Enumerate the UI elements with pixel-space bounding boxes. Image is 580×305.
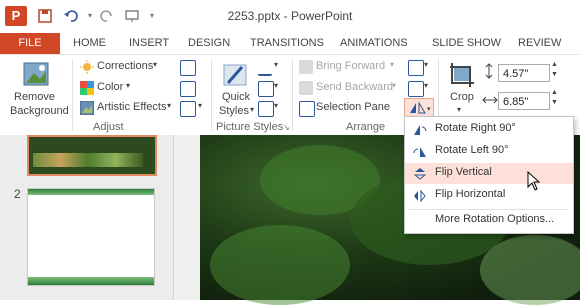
group-dropdown-icon[interactable]: ▾	[424, 81, 428, 90]
menu-item-rotate-left[interactable]: Rotate Left 90°	[405, 141, 573, 162]
picture-styles-group-label: Picture Styles	[216, 121, 284, 133]
adjust-group-label: Adjust	[93, 121, 124, 133]
group-icon[interactable]	[408, 81, 424, 97]
artistic-effects-button[interactable]: Artistic Effects	[97, 101, 166, 113]
send-backward-dropdown-icon: ▾	[392, 81, 397, 90]
picture-styles-launcher-icon[interactable]: ↘	[283, 123, 290, 132]
tab-insert[interactable]: INSERT	[129, 33, 169, 54]
selection-pane-icon[interactable]	[299, 101, 315, 117]
shape-height-icon	[482, 63, 496, 79]
crop-button[interactable]: Crop	[450, 91, 474, 103]
menu-item-flip-vertical[interactable]: Flip Vertical	[405, 163, 573, 184]
slide-number: 2	[14, 187, 21, 201]
tab-design[interactable]: DESIGN	[188, 33, 230, 54]
bring-forward-dropdown-icon: ▾	[390, 60, 395, 69]
align-icon[interactable]	[408, 60, 424, 76]
reset-picture-icon[interactable]	[180, 101, 196, 117]
remove-background-label-2[interactable]: Background	[10, 105, 69, 117]
tab-transitions[interactable]: TRANSITIONS	[250, 33, 324, 54]
svg-text:▾: ▾	[427, 105, 431, 113]
change-picture-icon[interactable]	[180, 81, 196, 97]
corrections-button[interactable]: Corrections	[97, 60, 153, 72]
picture-effects-dropdown-icon[interactable]: ▾	[274, 81, 278, 90]
width-input[interactable]: 6.85"	[498, 92, 550, 110]
ribbon-separator	[292, 59, 293, 131]
bring-forward-button: Bring Forward	[316, 60, 386, 72]
menu-item-rotate-right[interactable]: Rotate Right 90°	[405, 119, 573, 140]
color-dropdown-icon[interactable]: ▾	[126, 81, 130, 90]
slide-bottom-band	[28, 277, 154, 285]
flip-vertical-icon	[413, 168, 427, 180]
tab-home[interactable]: HOME	[73, 33, 106, 54]
bring-forward-icon	[299, 60, 313, 74]
reset-picture-dropdown-icon[interactable]: ▾	[198, 101, 202, 110]
send-backward-button: Send Backward	[316, 81, 394, 93]
menu-item-more-rotation-options[interactable]: More Rotation Options...	[405, 210, 573, 231]
quick-styles-label-1[interactable]: Quick	[222, 91, 250, 103]
width-spin-down[interactable]: ▼	[551, 99, 558, 106]
height-input[interactable]: 4.57"	[498, 64, 550, 82]
crop-dropdown-icon[interactable]: ▾	[457, 105, 461, 114]
corrections-icon[interactable]	[80, 60, 94, 74]
color-icon[interactable]	[80, 81, 94, 95]
tab-review[interactable]: REVIEW	[518, 33, 561, 54]
corrections-dropdown-icon[interactable]: ▾	[153, 60, 157, 69]
height-spin-up[interactable]: ▲	[551, 61, 558, 68]
width-spin-up[interactable]: ▲	[551, 89, 558, 96]
artistic-effects-dropdown-icon[interactable]: ▾	[167, 101, 171, 110]
slide-top-band	[28, 189, 154, 195]
align-dropdown-icon[interactable]: ▾	[424, 60, 428, 69]
tab-slide-show[interactable]: SLIDE SHOW	[432, 33, 501, 54]
picture-layout-dropdown-icon[interactable]: ▾	[274, 101, 278, 110]
slide-thumbnail-1[interactable]	[27, 135, 157, 176]
artistic-effects-icon[interactable]	[79, 100, 95, 116]
remove-background-label-1[interactable]: Remove	[14, 91, 55, 103]
height-spin-down[interactable]: ▼	[551, 71, 558, 78]
arrange-group-label: Arrange	[346, 121, 386, 133]
picture-border-icon[interactable]	[258, 60, 272, 76]
compress-pictures-icon[interactable]	[180, 60, 196, 76]
rotate-icon: ▾	[410, 101, 431, 114]
remove-background-icon[interactable]	[22, 61, 52, 89]
vertical-ruler	[173, 135, 200, 300]
thumbnail-image-strip	[33, 153, 143, 167]
shape-width-icon	[482, 93, 498, 107]
rotate-left-icon	[413, 147, 426, 157]
window-title: 2253.pptx - PowerPoint	[227, 9, 353, 23]
rotate-button[interactable]: ▾	[404, 98, 434, 118]
slide-thumbnail-2[interactable]	[27, 188, 155, 286]
color-button[interactable]: Color	[97, 81, 123, 93]
tab-animations[interactable]: ANIMATIONS	[340, 33, 408, 54]
rotate-dropdown-menu: Rotate Right 90° Rotate Left 90° Flip Ve…	[404, 116, 574, 234]
ribbon-separator	[72, 59, 73, 131]
send-backward-icon	[299, 81, 313, 95]
quick-styles-dropdown-icon[interactable]: ▾	[250, 105, 254, 114]
foliage-shape	[480, 235, 580, 305]
crop-icon[interactable]	[448, 61, 476, 89]
flip-horizontal-icon	[414, 189, 426, 202]
selection-pane-button[interactable]: Selection Pane	[316, 101, 390, 113]
quick-styles-icon[interactable]	[222, 61, 250, 89]
foliage-shape	[210, 225, 350, 305]
ribbon-tabs: FILE HOME INSERT DESIGN TRANSITIONS ANIM…	[0, 33, 580, 54]
picture-effects-icon[interactable]	[258, 81, 274, 97]
quick-styles-label-2[interactable]: Styles	[219, 105, 249, 117]
ribbon-separator	[211, 59, 212, 131]
menu-item-flip-horizontal[interactable]: Flip Horizontal	[405, 185, 573, 206]
rotate-right-icon	[414, 125, 427, 135]
picture-border-dropdown-icon[interactable]: ▾	[274, 60, 278, 69]
picture-layout-icon[interactable]	[258, 101, 274, 117]
tab-file[interactable]: FILE	[0, 33, 60, 54]
mouse-cursor-icon	[527, 171, 541, 191]
